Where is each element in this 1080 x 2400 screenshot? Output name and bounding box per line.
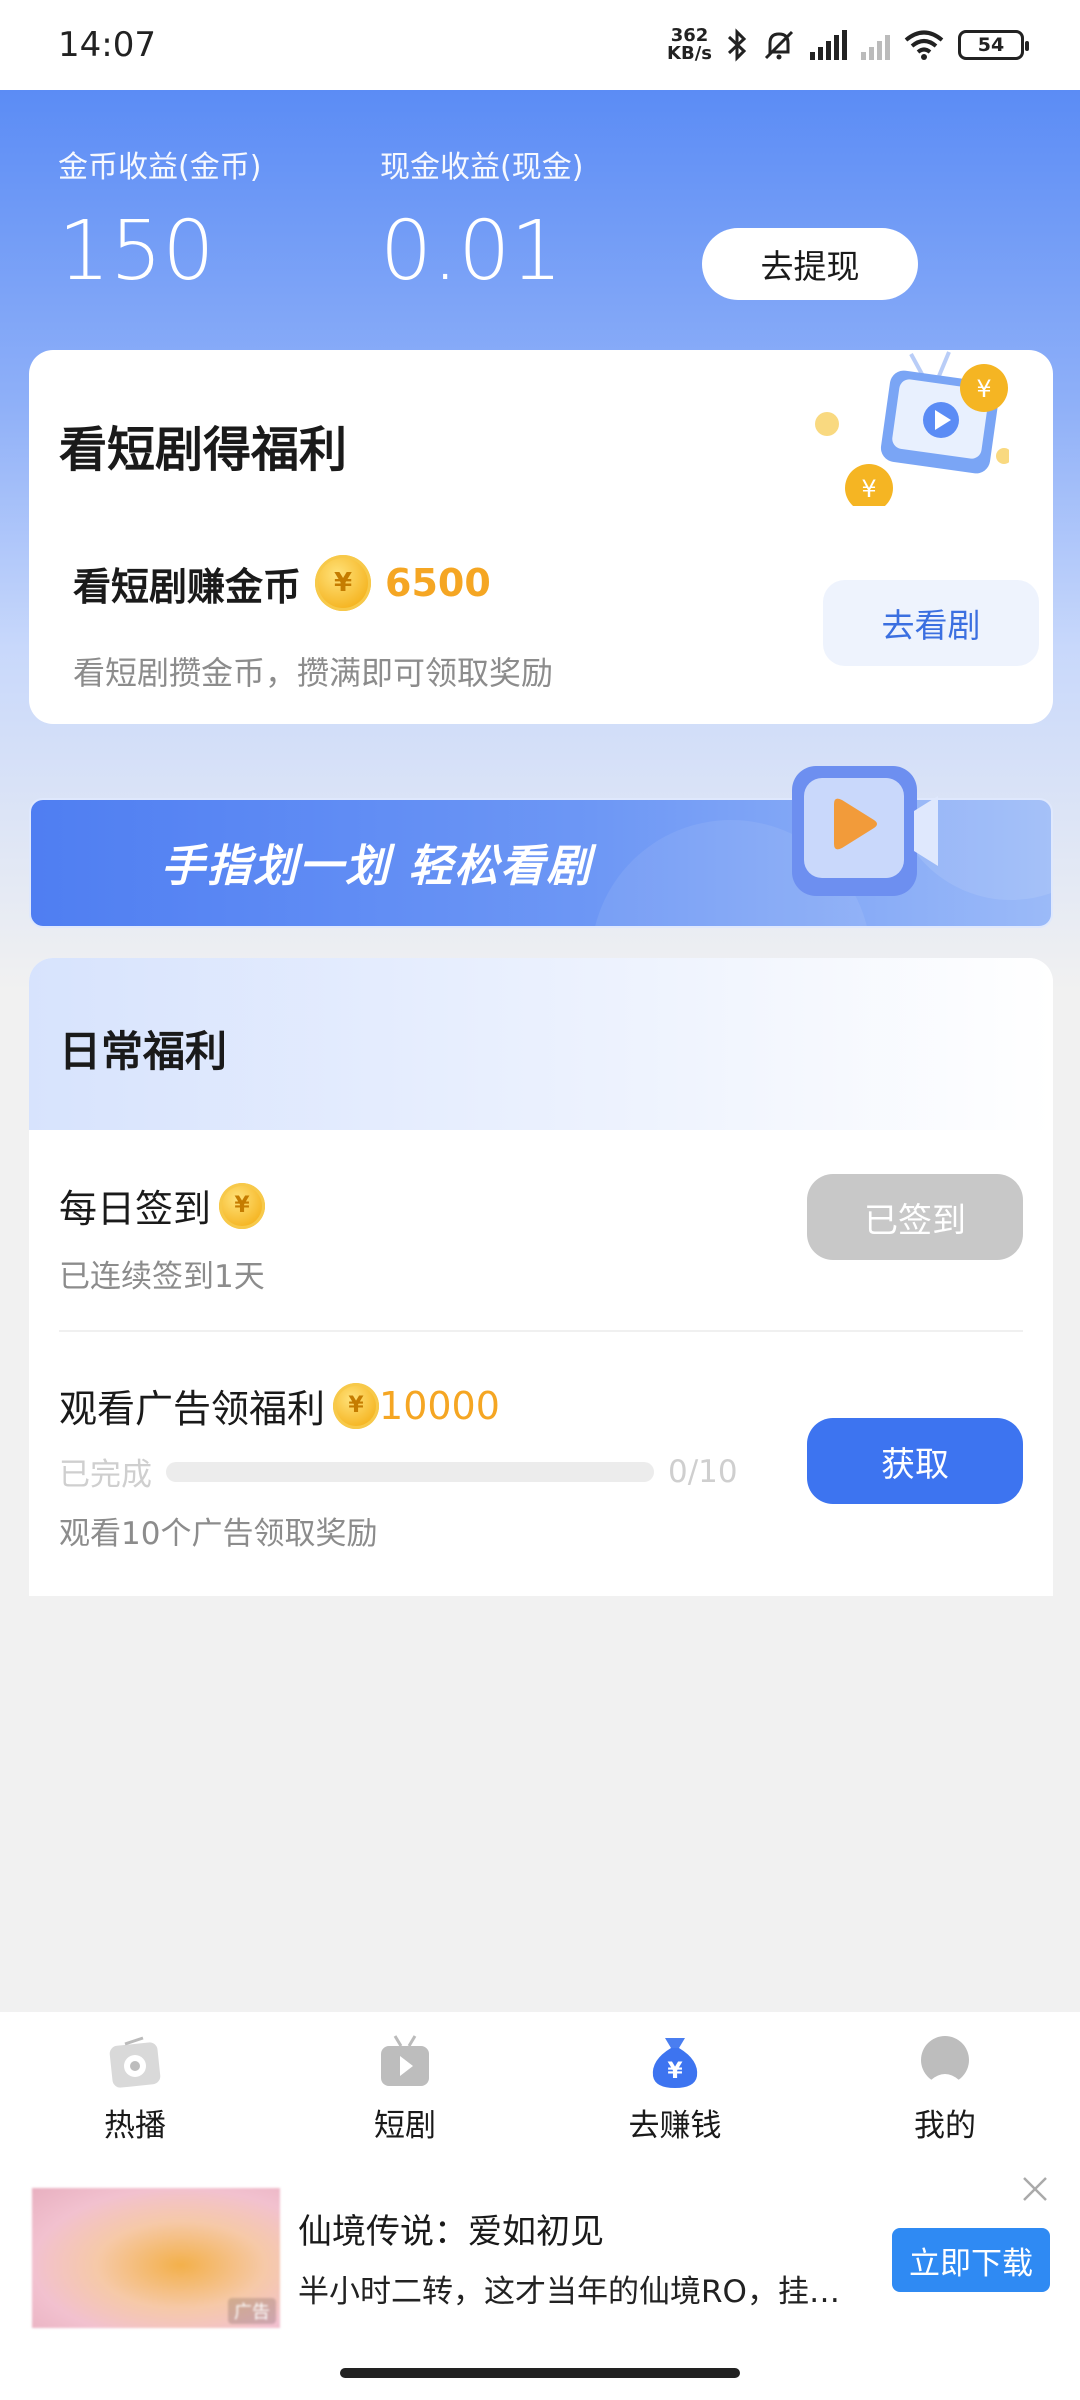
coin-icon: ¥: [219, 1182, 266, 1229]
coin-icon: ¥: [333, 1382, 380, 1429]
network-speed: 362 KB/s: [667, 27, 712, 63]
svg-text:¥: ¥: [667, 2059, 683, 2084]
watch-ads-item: 观看广告领福利 ¥ 10000 已完成 0/10 观看10个广告领取奖励 获取: [59, 1378, 1023, 1553]
tab-earn[interactable]: ¥ 去赚钱: [575, 2030, 775, 2145]
radio-icon: [109, 2036, 161, 2088]
ad-desc: 半小时二转，这才当年的仙境RO，挂…: [298, 2274, 840, 2310]
tv-icon: [381, 2034, 429, 2086]
svg-text:¥: ¥: [976, 375, 991, 403]
coin-icon: ¥: [315, 555, 372, 611]
watch-ads-desc: 观看10个广告领取奖励: [59, 1516, 378, 1552]
watch-ads-name: 观看广告领福利: [59, 1387, 326, 1431]
daily-welfare-header: 日常福利: [29, 958, 1053, 1130]
tab-hot-label: 热播: [104, 2107, 166, 2144]
cash-earnings: 现金收益(现金) 0.01: [380, 142, 583, 299]
tab-drama[interactable]: 短剧: [305, 2030, 505, 2145]
banner-text: 手指划一划 轻松看剧: [161, 841, 593, 892]
drama-task-row: 看短剧赚金币 ¥ 6500: [73, 555, 491, 611]
daily-welfare-section: 日常福利 每日签到 ¥ 已连续签到1天 已签到 观看广告领福利 ¥ 10000 …: [29, 958, 1053, 1596]
ad-banner[interactable]: 广告 仙境传说：爱如初见 半小时二转，这才当年的仙境RO，挂… 立即下载: [0, 2162, 1080, 2400]
tab-profile-label: 我的: [914, 2107, 976, 2144]
get-reward-button[interactable]: 获取: [807, 1418, 1023, 1504]
progress-bar: [166, 1461, 654, 1482]
checkin-name: 每日签到: [59, 1187, 212, 1231]
divider: [59, 1330, 1023, 1332]
tv-illustration-icon: ¥ ¥: [815, 351, 1009, 506]
drama-task-reward: 6500: [385, 561, 491, 605]
checked-in-button[interactable]: 已签到: [807, 1174, 1023, 1260]
ad-image[interactable]: 广告: [32, 2188, 280, 2328]
drama-task-desc: 看短剧攒金币，攒满即可领取奖励: [73, 654, 554, 692]
cash-earnings-label: 现金收益(现金): [380, 150, 584, 185]
checkin-item: 每日签到 ¥ 已连续签到1天 已签到: [59, 1174, 1023, 1296]
bottom-nav: 热播 短剧 ¥ 去赚钱 我的: [0, 2012, 1080, 2162]
ad-download-button[interactable]: 立即下载: [892, 2228, 1050, 2292]
bluetooth-icon: [727, 28, 747, 62]
money-bag-icon: ¥: [652, 2037, 698, 2088]
mute-bell-icon: [764, 30, 794, 60]
close-icon[interactable]: [1018, 2172, 1052, 2206]
drama-task-label: 看短剧赚金币: [73, 564, 302, 609]
battery-icon: 54: [958, 30, 1029, 60]
cash-earnings-value: 0.01: [380, 204, 563, 299]
watch-drama-button[interactable]: 去看剧: [823, 580, 1039, 666]
status-time: 14:07: [58, 25, 156, 65]
coin-earnings-label: 金币收益(金币): [58, 150, 262, 185]
watch-ads-reward: 10000: [379, 1383, 500, 1428]
video-camera-icon: [792, 766, 938, 896]
tab-hot[interactable]: 热播: [35, 2030, 235, 2145]
coin-earnings: 金币收益(金币) 150: [58, 142, 261, 299]
status-icons: 362 KB/s 54: [667, 27, 1029, 63]
wifi-icon: [904, 30, 944, 60]
drama-reward-card: 看短剧得福利 ¥ ¥ 看短剧赚金币 ¥ 6500 看短剧攒金币，攒满即可领取奖励…: [29, 350, 1053, 724]
home-indicator[interactable]: [340, 2368, 740, 2378]
net-speed-unit: KB/s: [667, 43, 712, 64]
coin-earnings-value: 150: [58, 204, 215, 299]
ad-tag: 广告: [228, 2298, 276, 2324]
drama-card-title: 看短剧得福利: [59, 422, 348, 478]
status-bar: 14:07 362 KB/s 54: [0, 0, 1080, 90]
tab-drama-label: 短剧: [374, 2107, 436, 2144]
tab-profile[interactable]: 我的: [845, 2030, 1045, 2145]
progress-label: 已完成: [59, 1457, 152, 1493]
progress-text: 0/10: [668, 1453, 738, 1490]
signal-2-icon: [861, 30, 890, 60]
withdraw-button[interactable]: 去提现: [702, 228, 918, 300]
signal-icon: [810, 30, 847, 60]
svg-text:¥: ¥: [861, 475, 876, 503]
profile-icon: [921, 2035, 969, 2088]
ad-title: 仙境传说：爱如初见: [298, 2212, 604, 2252]
tab-earn-label: 去赚钱: [628, 2107, 722, 2144]
daily-welfare-title: 日常福利: [59, 1027, 228, 1076]
